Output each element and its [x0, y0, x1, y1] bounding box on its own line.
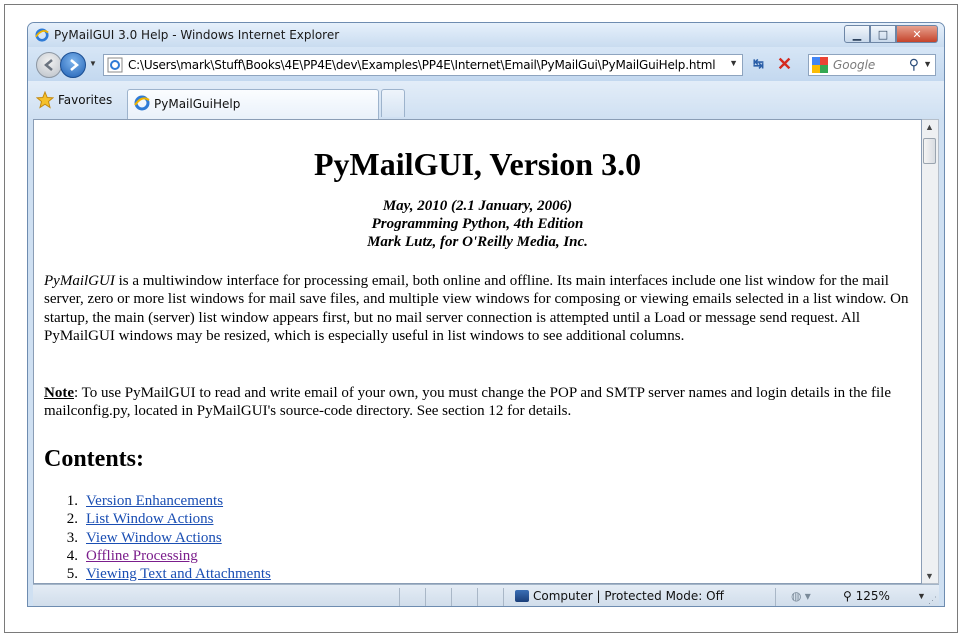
toc-link-view-window-actions[interactable]: View Window Actions [86, 530, 222, 546]
scroll-up-arrow-icon[interactable]: ▲ [925, 122, 934, 132]
resize-grip-icon[interactable]: ⋰ [928, 595, 937, 606]
address-url[interactable]: C:\Users\mark\Stuff\Books\4E\PP4E\dev\Ex… [128, 58, 716, 72]
favorites-button[interactable]: Favorites [36, 89, 112, 111]
back-button[interactable] [36, 52, 62, 78]
search-icon[interactable]: ⚲ [909, 56, 919, 73]
subtitle-date: May, 2010 (2.1 January, 2006) [382, 198, 573, 214]
search-box[interactable]: Google ⚲ ▼ [808, 54, 936, 76]
status-divider [775, 588, 776, 606]
window-title: PyMailGUI 3.0 Help - Windows Internet Ex… [54, 28, 340, 42]
zoom-level[interactable]: ⚲ 125% [843, 589, 890, 603]
status-divider [399, 588, 400, 606]
status-bar: Computer | Protected Mode: Off ◍ ▾ ⚲ 125… [33, 584, 939, 606]
note-label: Note [44, 385, 74, 401]
security-zone-label: Computer | Protected Mode: Off [533, 589, 724, 603]
star-icon [36, 91, 54, 109]
intro-paragraph: PyMailGUI is a multiwindow interface for… [44, 272, 914, 345]
toc-link-list-window-actions[interactable]: List Window Actions [86, 511, 213, 527]
recent-pages-dropdown-icon[interactable]: ▼ [89, 59, 97, 68]
favorites-bar: Favorites PyMailGuiHelp [28, 81, 944, 119]
forward-button[interactable] [60, 52, 86, 78]
address-dropdown-icon[interactable]: ▼ [729, 58, 738, 68]
window-controls: ▁ □ ✕ [844, 25, 938, 43]
maximize-icon: □ [877, 27, 889, 41]
table-of-contents: 1. Version Enhancements 2. List Window Act… [44, 492, 271, 583]
security-zone[interactable]: Computer | Protected Mode: Off [515, 589, 724, 603]
scroll-thumb[interactable] [923, 138, 936, 164]
search-placeholder[interactable]: Google [833, 58, 875, 72]
browser-window: PyMailGUI 3.0 Help - Windows Internet Ex… [27, 22, 945, 607]
status-divider [503, 588, 504, 606]
stop-icon[interactable]: ✕ [777, 54, 797, 74]
refresh-icon[interactable]: ↹ [753, 56, 773, 74]
new-tab-button[interactable] [381, 89, 405, 117]
ie-page-icon [134, 95, 150, 111]
title-bar: PyMailGUI 3.0 Help - Windows Internet Ex… [28, 23, 944, 47]
zoom-dropdown-icon[interactable]: ▼ [917, 591, 926, 601]
globe-icon[interactable]: ◍ ▾ [791, 589, 811, 603]
zoom-icon: ⚲ [843, 589, 856, 603]
intro-text: is a multiwindow interface for processin… [44, 273, 909, 344]
vertical-scrollbar[interactable]: ▲ ▼ [922, 119, 939, 584]
status-divider [451, 588, 452, 606]
google-icon [812, 57, 828, 73]
note-paragraph: Note: To use PyMailGUI to read and write… [44, 384, 914, 421]
close-button[interactable]: ✕ [896, 25, 938, 43]
status-divider [477, 588, 478, 606]
back-arrow-icon [44, 59, 53, 71]
intro-product-name: PyMailGUI [44, 273, 115, 289]
note-text: : To use PyMailGUI to read and write ema… [44, 385, 891, 420]
search-dropdown-icon[interactable]: ▼ [923, 59, 932, 69]
minimize-icon: ▁ [852, 27, 862, 41]
minimize-button[interactable]: ▁ [844, 25, 870, 43]
tab-label: PyMailGuiHelp [154, 97, 241, 111]
toc-link-offline-processing[interactable]: Offline Processing [86, 548, 198, 564]
toc-item: 1. Version Enhancements [66, 493, 224, 509]
computer-zone-icon [515, 590, 529, 602]
forward-arrow-icon [70, 59, 79, 71]
toc-item: 5. Viewing Text and Attachments [66, 566, 271, 583]
page-title: PyMailGUI, Version 3.0 [313, 146, 642, 182]
status-divider [425, 588, 426, 606]
toc-item: 3. View Window Actions [66, 529, 222, 546]
subtitle-book: Programming Python, 4th Edition [371, 216, 584, 232]
toc-link-viewing-text-and-attachments[interactable]: Viewing Text and Attachments [86, 566, 271, 582]
page-icon [107, 57, 123, 73]
scroll-down-arrow-icon[interactable]: ▼ [925, 571, 934, 581]
maximize-button[interactable]: □ [870, 25, 896, 43]
close-icon: ✕ [912, 27, 922, 41]
toc-item: 4. Offline Processing [66, 547, 198, 564]
address-bar[interactable]: C:\Users\mark\Stuff\Books\4E\PP4E\dev\Ex… [103, 54, 743, 76]
toc-link-version-enhancements[interactable]: Version Enhancements [86, 493, 223, 509]
address-row: ▼ C:\Users\mark\Stuff\Books\4E\PP4E\dev\… [28, 47, 944, 81]
contents-heading: Contents: [44, 446, 144, 472]
favorites-label: Favorites [58, 93, 113, 107]
page-content: PyMailGUI, Version 3.0 May, 2010 (2.1 Ja… [33, 119, 922, 584]
toc-item: 2. List Window Actions [66, 511, 214, 528]
zoom-value: 125% [855, 589, 890, 603]
ie-logo-icon [35, 28, 49, 42]
subtitle-author: Mark Lutz, for O'Reilly Media, Inc. [367, 234, 588, 250]
tab-pymailguihelp[interactable]: PyMailGuiHelp [127, 89, 379, 119]
